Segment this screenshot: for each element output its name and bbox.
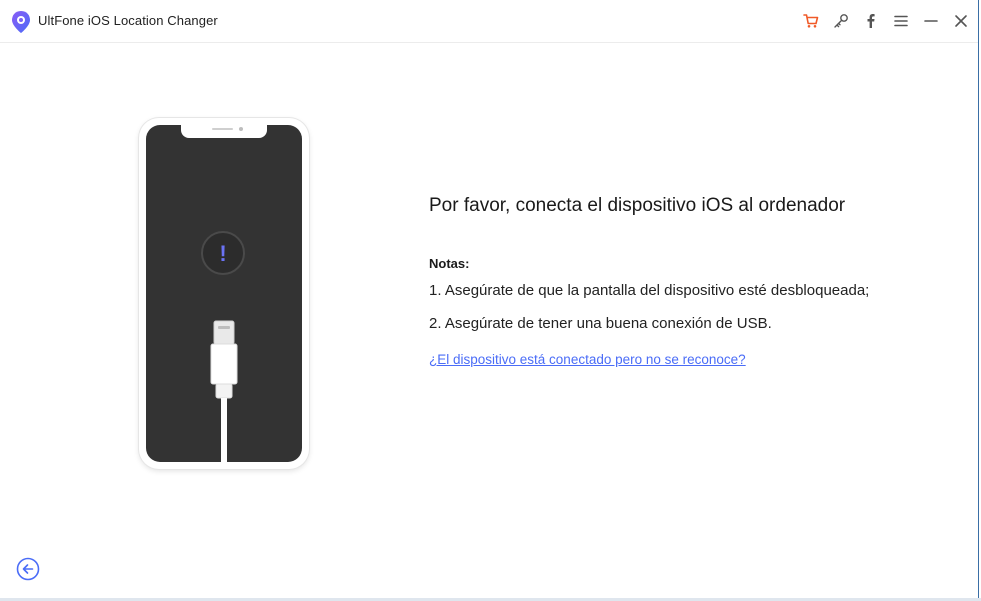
minimize-icon — [924, 20, 938, 22]
title-bar: UltFone iOS Location Changer — [0, 0, 978, 43]
cart-icon — [803, 14, 819, 28]
notes-label: Notas: — [429, 256, 470, 271]
facebook-icon — [867, 14, 875, 28]
key-icon — [834, 14, 848, 28]
phone-illustration: ! — [139, 118, 309, 469]
back-arrow-icon — [16, 557, 40, 581]
note-item-2: 2. Asegúrate de tener una buena conexión… — [429, 315, 772, 332]
alert-icon: ! — [201, 231, 245, 275]
app-window: UltFone iOS Location Changer ! Por favor… — [0, 0, 979, 598]
note-item-1: 1. Asegúrate de que la pantalla del disp… — [429, 282, 870, 299]
menu-button[interactable] — [891, 11, 911, 31]
device-not-recognized-link[interactable]: ¿El dispositivo está conectado pero no s… — [429, 352, 746, 367]
phone-screen: ! — [146, 125, 302, 462]
minimize-button[interactable] — [921, 11, 941, 31]
location-pin-icon — [10, 10, 32, 34]
page-heading: Por favor, conecta el dispositivo iOS al… — [429, 195, 846, 216]
close-button[interactable] — [951, 11, 971, 31]
usb-cable-icon — [210, 320, 238, 462]
facebook-button[interactable] — [861, 11, 881, 31]
phone-notch — [181, 125, 267, 138]
cart-button[interactable] — [801, 11, 821, 31]
back-button[interactable] — [16, 557, 40, 581]
register-button[interactable] — [831, 11, 851, 31]
app-title: UltFone iOS Location Changer — [38, 13, 218, 28]
close-icon — [955, 15, 967, 27]
menu-icon — [894, 15, 908, 27]
alert-symbol: ! — [219, 241, 226, 266]
